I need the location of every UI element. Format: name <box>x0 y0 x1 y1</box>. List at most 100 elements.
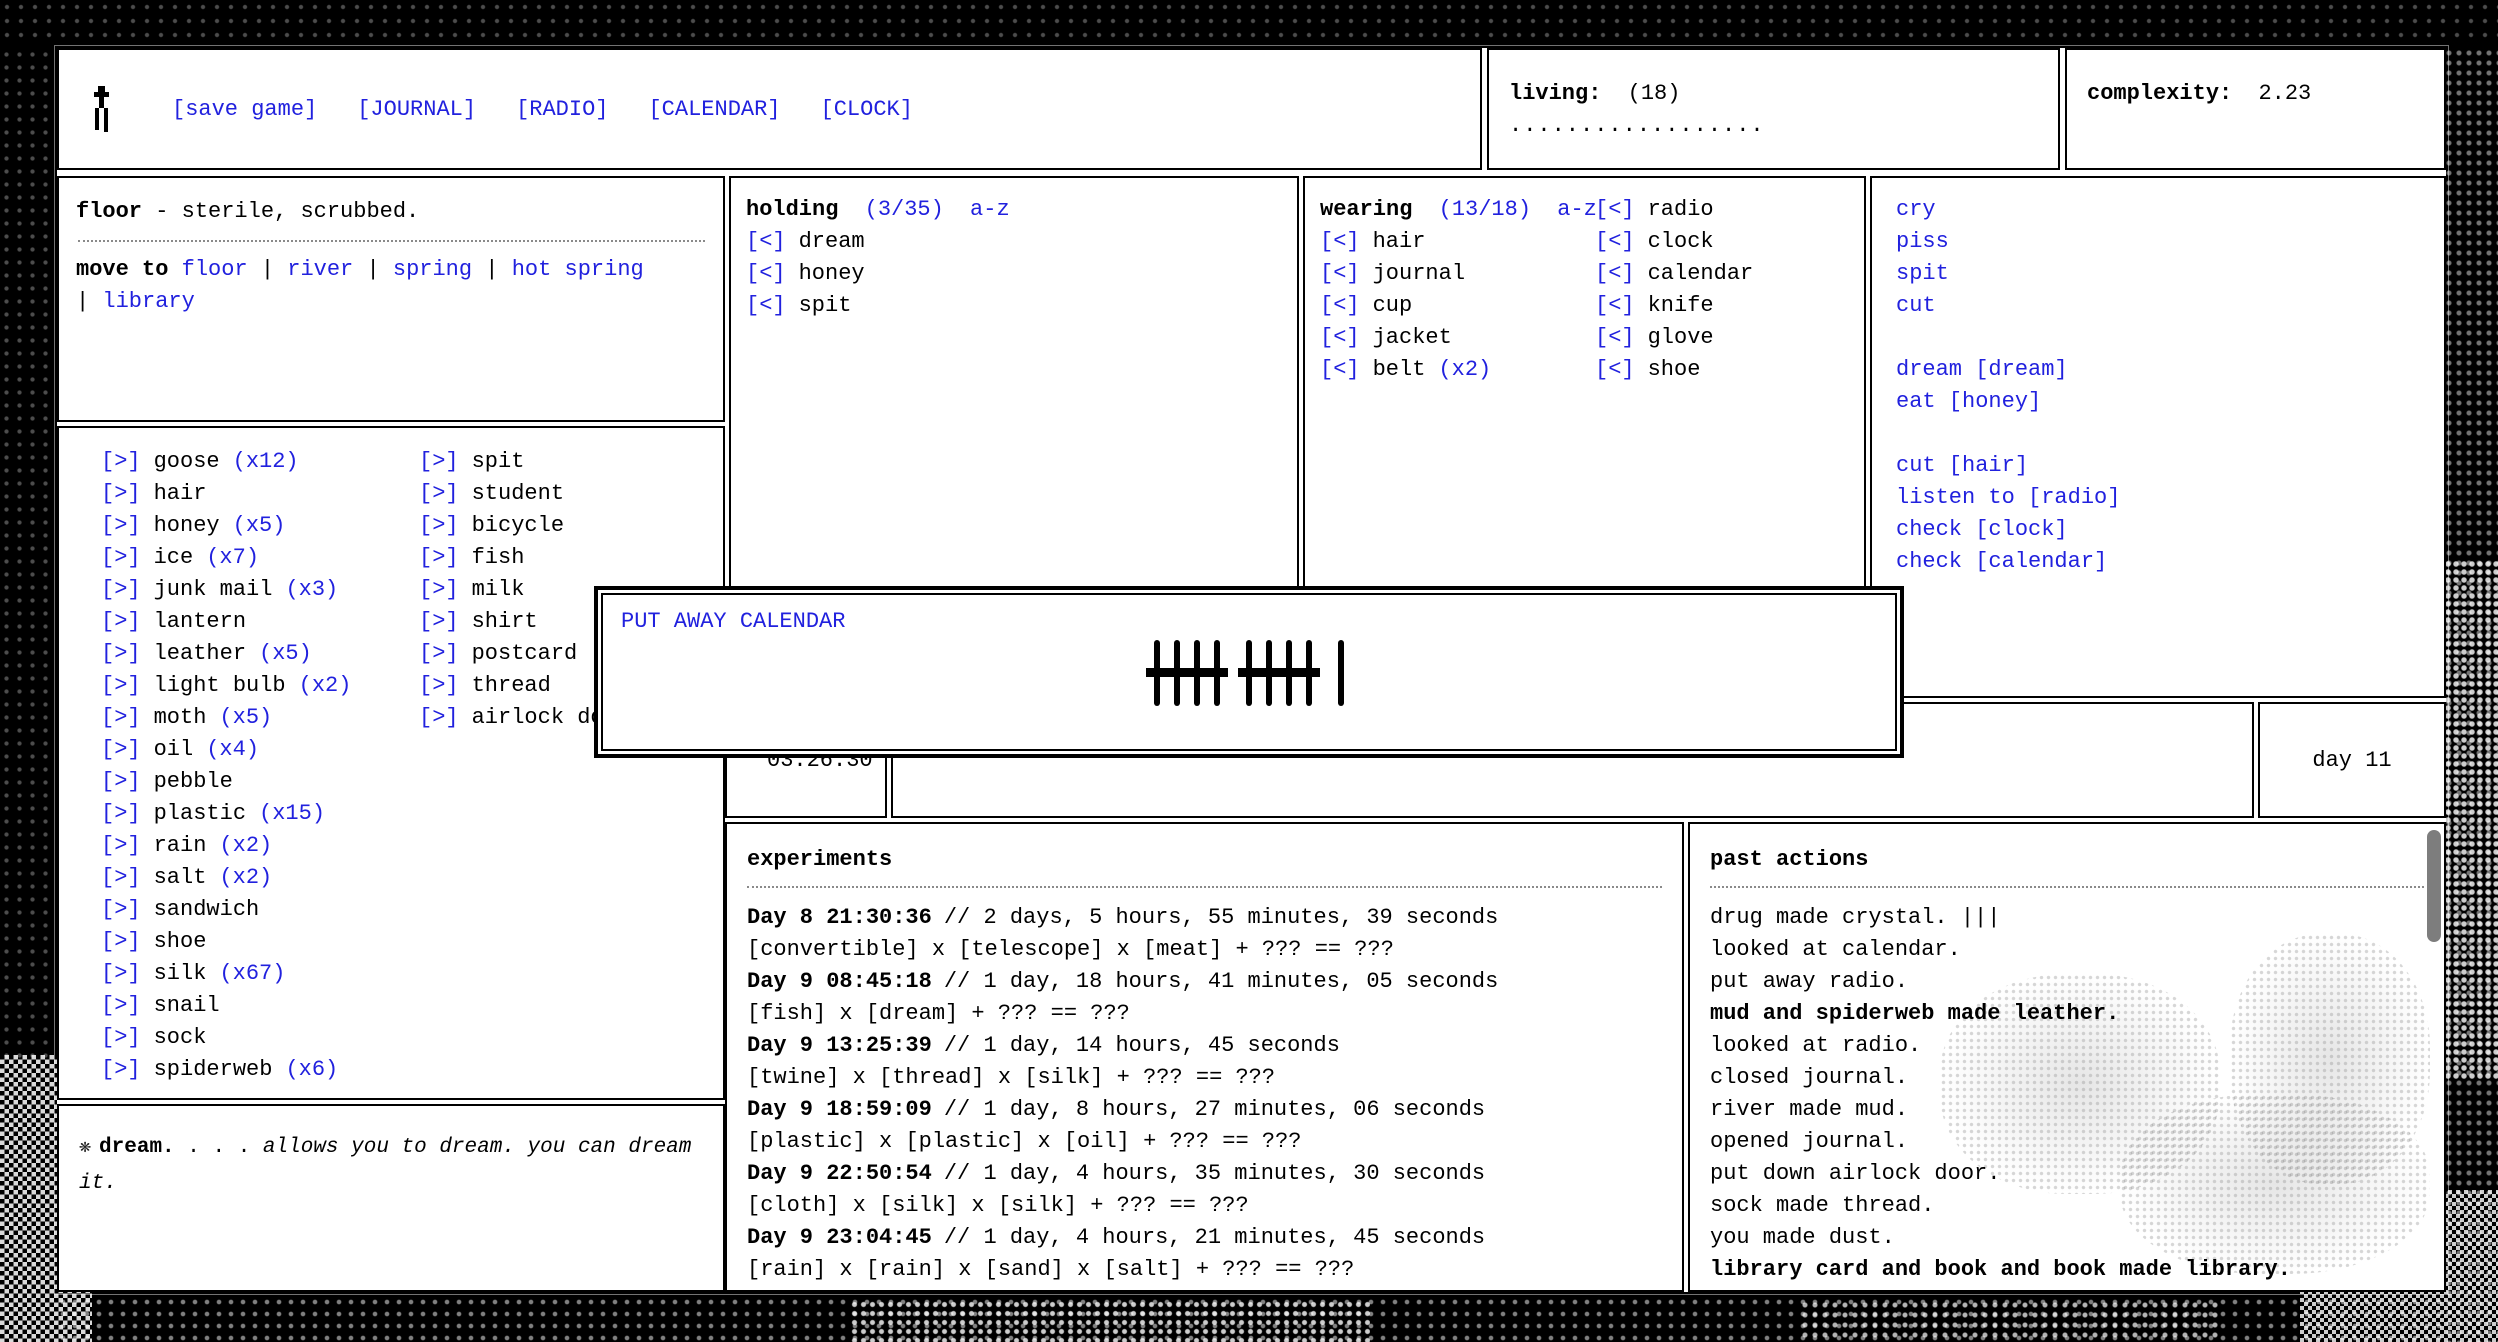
item-name[interactable]: leather <box>154 641 246 666</box>
journal-button[interactable]: [JOURNAL] <box>357 97 476 122</box>
putback-icon[interactable]: [<] <box>1320 357 1360 382</box>
take-icon[interactable]: [>] <box>101 513 141 538</box>
item-name[interactable]: dream <box>799 229 865 254</box>
take-icon[interactable]: [>] <box>101 705 141 730</box>
item-name[interactable]: clock <box>1648 229 1714 254</box>
putback-icon[interactable]: [<] <box>746 293 786 318</box>
item-name[interactable]: shirt <box>472 609 538 634</box>
take-icon[interactable]: [>] <box>101 929 141 954</box>
action-cry[interactable]: cry <box>1896 197 1936 222</box>
item-name[interactable]: goose <box>154 449 220 474</box>
wearing-sort-link[interactable]: a-z <box>1557 197 1597 222</box>
take-icon[interactable]: [>] <box>101 737 141 762</box>
item-name[interactable]: hair <box>154 481 207 506</box>
move-to-spring[interactable]: spring <box>393 257 472 282</box>
item-name[interactable]: honey <box>799 261 865 286</box>
clock-button[interactable]: [CLOCK] <box>821 97 913 122</box>
action-eat-honey[interactable]: eat [honey] <box>1896 389 2041 414</box>
take-icon[interactable]: [>] <box>101 897 141 922</box>
item-name[interactable]: light bulb <box>154 673 286 698</box>
take-icon[interactable]: [>] <box>419 545 459 570</box>
take-icon[interactable]: [>] <box>101 1025 141 1050</box>
take-icon[interactable]: [>] <box>101 577 141 602</box>
take-icon[interactable]: [>] <box>101 609 141 634</box>
save-game-button[interactable]: [save game] <box>172 97 317 122</box>
item-name[interactable]: moth <box>154 705 207 730</box>
putback-icon[interactable]: [<] <box>1320 325 1360 350</box>
item-name[interactable]: rain <box>154 833 207 858</box>
take-icon[interactable]: [>] <box>101 545 141 570</box>
item-name[interactable]: lantern <box>154 609 246 634</box>
item-name[interactable]: sock <box>154 1025 207 1050</box>
item-name[interactable]: calendar <box>1648 261 1754 286</box>
putback-icon[interactable]: [<] <box>1595 229 1635 254</box>
item-name[interactable]: spit <box>799 293 852 318</box>
item-name[interactable]: oil <box>154 737 194 762</box>
item-name[interactable]: spit <box>472 449 525 474</box>
item-name[interactable]: pebble <box>154 769 233 794</box>
item-name[interactable]: bicycle <box>472 513 564 538</box>
calendar-button[interactable]: [CALENDAR] <box>648 97 780 122</box>
action-listen-radio[interactable]: listen to [radio] <box>1896 485 2120 510</box>
take-icon[interactable]: [>] <box>419 513 459 538</box>
action-check-clock[interactable]: check [clock] <box>1896 517 2068 542</box>
move-to-river[interactable]: river <box>287 257 353 282</box>
action-cut-hair[interactable]: cut [hair] <box>1896 453 2028 478</box>
take-icon[interactable]: [>] <box>419 609 459 634</box>
item-name[interactable]: fish <box>472 545 525 570</box>
item-name[interactable]: shoe <box>154 929 207 954</box>
putback-icon[interactable]: [<] <box>1320 293 1360 318</box>
move-to-floor[interactable]: floor <box>182 257 248 282</box>
take-icon[interactable]: [>] <box>101 769 141 794</box>
take-icon[interactable]: [>] <box>419 705 459 730</box>
item-name[interactable]: spiderweb <box>154 1057 273 1082</box>
item-name[interactable]: student <box>472 481 564 506</box>
scrollbar-thumb[interactable] <box>2427 830 2441 942</box>
putback-icon[interactable]: [<] <box>1595 293 1635 318</box>
putback-icon[interactable]: [<] <box>1320 229 1360 254</box>
item-name[interactable]: honey <box>154 513 220 538</box>
take-icon[interactable]: [>] <box>419 481 459 506</box>
take-icon[interactable]: [>] <box>101 801 141 826</box>
putback-icon[interactable]: [<] <box>1595 325 1635 350</box>
putback-icon[interactable]: [<] <box>1320 261 1360 286</box>
take-icon[interactable]: [>] <box>419 673 459 698</box>
item-name[interactable]: knife <box>1648 293 1714 318</box>
putback-icon[interactable]: [<] <box>746 229 786 254</box>
radio-button[interactable]: [RADIO] <box>516 97 608 122</box>
take-icon[interactable]: [>] <box>419 641 459 666</box>
take-icon[interactable]: [>] <box>419 449 459 474</box>
item-name[interactable]: sandwich <box>154 897 260 922</box>
take-icon[interactable]: [>] <box>101 865 141 890</box>
take-icon[interactable]: [>] <box>101 673 141 698</box>
move-to-hot-spring[interactable]: hot spring <box>512 257 644 282</box>
item-name[interactable]: plastic <box>154 801 246 826</box>
action-piss[interactable]: piss <box>1896 229 1949 254</box>
holding-sort-link[interactable]: a-z <box>970 197 1010 222</box>
putback-icon[interactable]: [<] <box>1595 197 1635 222</box>
take-icon[interactable]: [>] <box>101 833 141 858</box>
item-name[interactable]: junk mail <box>154 577 273 602</box>
item-name[interactable]: glove <box>1648 325 1714 350</box>
item-name[interactable]: journal <box>1373 261 1465 286</box>
item-name[interactable]: snail <box>154 993 220 1018</box>
take-icon[interactable]: [>] <box>101 1057 141 1082</box>
take-icon[interactable]: [>] <box>101 641 141 666</box>
item-name[interactable]: cup <box>1373 293 1413 318</box>
take-icon[interactable]: [>] <box>101 993 141 1018</box>
take-icon[interactable]: [>] <box>419 577 459 602</box>
action-spit[interactable]: spit <box>1896 261 1949 286</box>
item-name[interactable]: postcard <box>472 641 578 666</box>
item-name[interactable]: radio <box>1648 197 1714 222</box>
move-to-library[interactable]: library <box>102 289 194 314</box>
action-cut[interactable]: cut <box>1896 293 1936 318</box>
item-name[interactable]: jacket <box>1373 325 1452 350</box>
item-name[interactable]: silk <box>154 961 207 986</box>
item-name[interactable]: salt <box>154 865 207 890</box>
take-icon[interactable]: [>] <box>101 961 141 986</box>
item-name[interactable]: belt <box>1373 357 1426 382</box>
putback-icon[interactable]: [<] <box>1595 357 1635 382</box>
item-name[interactable]: hair <box>1373 229 1426 254</box>
action-check-calendar[interactable]: check [calendar] <box>1896 549 2107 574</box>
item-name[interactable]: thread <box>472 673 551 698</box>
